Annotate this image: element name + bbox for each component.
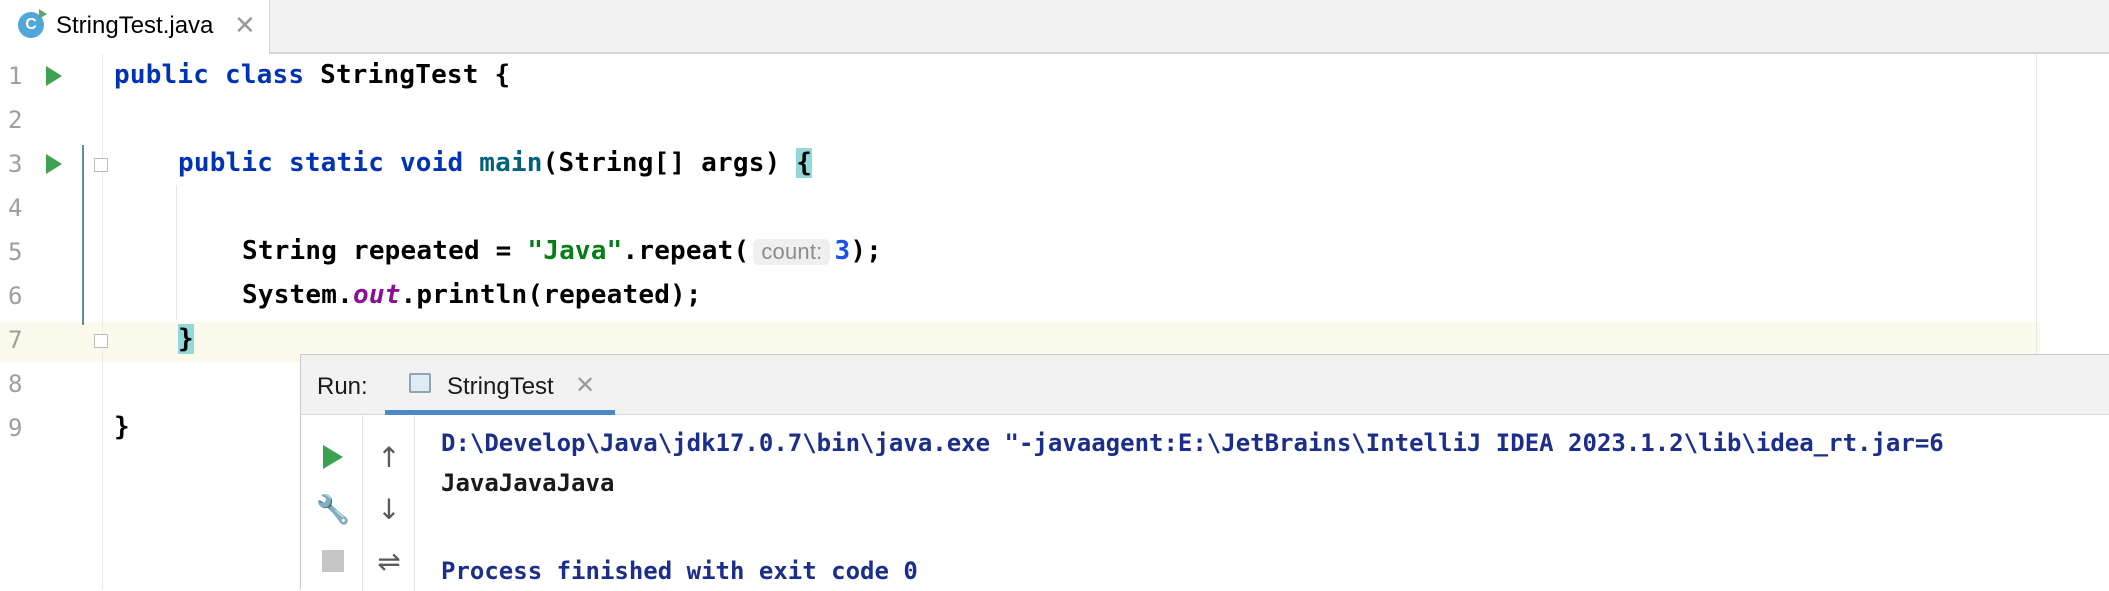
arrow-up-icon: ↑ (377, 440, 401, 474)
console-icon (409, 373, 431, 393)
vcs-change-marker (82, 145, 84, 325)
code-line-9[interactable]: } (114, 412, 130, 442)
close-run-tab-icon[interactable]: ✕ (575, 371, 595, 400)
java-class-icon-letter: C (25, 16, 37, 33)
settings-button[interactable]: 🔧 (313, 489, 353, 529)
line-number: 1 (8, 62, 23, 90)
run-title: Run: (317, 373, 368, 400)
rerun-button[interactable] (313, 437, 353, 477)
params-token: (String[] args) (542, 148, 797, 178)
run-tool-header: Run: StringTest ✕ (301, 355, 2109, 415)
code-token: .println(repeated); (400, 280, 702, 310)
method-name-token: main (479, 148, 543, 178)
active-tab-indicator (385, 410, 615, 415)
static-field-token: out (352, 280, 401, 310)
indent-guide (176, 185, 177, 320)
wrench-icon: 🔧 (315, 492, 351, 526)
code-token: String repeated = (242, 236, 528, 266)
keyword-token: public static void (178, 148, 480, 178)
right-margin-guide (2036, 54, 2037, 354)
keyword-token: public class (114, 60, 321, 90)
arrow-down-icon: ↓ (377, 492, 401, 526)
stop-button[interactable] (313, 541, 353, 581)
run-toolbar-secondary: ↑ ↓ ⇌ (363, 415, 415, 591)
soft-wrap-button[interactable]: ⇌ (369, 541, 409, 581)
soft-wrap-icon: ⇌ (377, 544, 401, 578)
code-line-5[interactable]: String repeated = "Java".repeat(count: 3)… (242, 236, 882, 266)
line-number: 9 (8, 414, 23, 442)
line-number: 5 (8, 238, 23, 266)
class-name-token: StringTest { (320, 60, 511, 90)
runnable-marker-icon (39, 9, 47, 19)
matched-brace: } (178, 324, 194, 354)
code-token: ); (850, 236, 883, 266)
scroll-down-button[interactable]: ↓ (369, 489, 409, 529)
run-tab-label: StringTest (447, 373, 554, 400)
close-tab-icon[interactable]: ✕ (234, 10, 256, 41)
code-token: .repeat( (622, 236, 750, 266)
code-line-7[interactable]: } (178, 324, 194, 354)
code-line-3[interactable]: public static void main(String[] args) { (178, 148, 813, 178)
code-line-6[interactable]: System.out.println(repeated); (242, 280, 702, 310)
tab-stringtest-java[interactable]: C StringTest.java ✕ (0, 0, 270, 54)
tab-label: StringTest.java (56, 12, 214, 39)
gutter-separator (102, 54, 103, 590)
editor-tab-bar: C StringTest.java ✕ (0, 0, 2109, 54)
code-token: System. (242, 280, 353, 310)
line-number: 3 (8, 150, 23, 178)
parameter-hint: count: (753, 239, 831, 265)
run-tab-stringtest[interactable]: StringTest ✕ (385, 355, 615, 415)
line-number: 2 (8, 106, 23, 134)
stop-icon (322, 550, 344, 572)
line-number: 6 (8, 282, 23, 310)
matched-brace: { (796, 148, 813, 178)
play-icon (323, 445, 343, 469)
run-toolbar-primary: 🔧 (301, 415, 363, 591)
run-tool-window: Run: StringTest ✕ 🔧 ↑ ↓ ⇌ D:\Develop\Jav… (300, 354, 2109, 591)
java-class-icon: C (18, 9, 47, 38)
fold-marker-icon[interactable] (94, 158, 108, 172)
run-main-gutter-icon[interactable] (46, 154, 62, 174)
string-literal: "Java" (527, 236, 623, 266)
console-output-line: JavaJavaJava (441, 469, 615, 497)
number-literal: 3 (834, 236, 851, 266)
scroll-up-button[interactable]: ↑ (369, 437, 409, 477)
line-number: 4 (8, 194, 23, 222)
console-command-line: D:\Develop\Java\jdk17.0.7\bin\java.exe "… (441, 429, 1944, 457)
fold-marker-icon[interactable] (94, 334, 108, 348)
closing-brace: } (114, 412, 130, 442)
line-number: 7 (8, 326, 23, 354)
console-exit-line: Process finished with exit code 0 (441, 557, 918, 585)
code-line-1[interactable]: public class StringTest { (114, 60, 510, 90)
line-number: 8 (8, 370, 23, 398)
run-class-gutter-icon[interactable] (46, 66, 62, 86)
